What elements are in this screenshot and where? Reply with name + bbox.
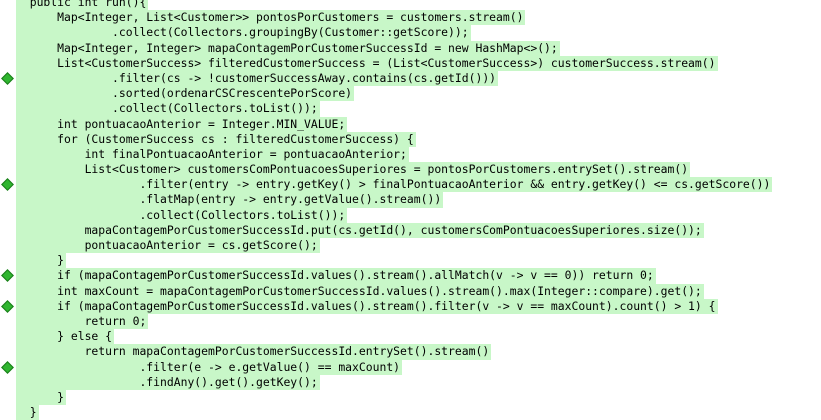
- code-line[interactable]: }: [16, 405, 821, 420]
- code-line-text: if (mapaContagemPorCustomerSuccessId.val…: [16, 268, 656, 284]
- code-line[interactable]: }: [16, 389, 821, 406]
- code-line[interactable]: if (mapaContagemPorCustomerSuccessId.val…: [1, 298, 821, 314]
- change-gutter: [0, 0, 16, 419]
- code-line-text: mapaContagemPorCustomerSuccessId.put(cs.…: [16, 222, 704, 239]
- code-line-text: List<CustomerSuccess> filteredCustomerSu…: [16, 55, 718, 71]
- code-line[interactable]: List<CustomerSuccess> filteredCustomerSu…: [16, 55, 821, 71]
- code-line-text: } else {: [16, 329, 115, 345]
- code-line[interactable]: int maxCount = mapaContagemPorCustomerSu…: [16, 283, 821, 299]
- code-line[interactable]: .sorted(ordenarCSCrescentePorScore): [16, 86, 821, 102]
- code-line[interactable]: .flatMap(entry -> entry.getValue().strea…: [16, 192, 821, 208]
- code-line-text: .collect(Collectors.toList());: [16, 101, 320, 117]
- code-line[interactable]: public int run(){: [16, 0, 821, 11]
- code-line-text: .collect(Collectors.toList());: [16, 207, 348, 223]
- code-line-text: .collect(Collectors.groupingBy(Customer:…: [16, 25, 471, 41]
- code-line[interactable]: .filter(entry -> entry.getKey() > finalP…: [1, 177, 821, 193]
- code-line[interactable]: int finalPontuacaoAnterior = pontuacaoAn…: [16, 146, 821, 163]
- code-line[interactable]: } else {: [16, 329, 821, 345]
- code-line-text: for (CustomerSuccess cs : filteredCustom…: [16, 131, 416, 147]
- code-line[interactable]: mapaContagemPorCustomerSuccessId.put(cs.…: [16, 222, 821, 239]
- code-line-text: return 0;: [16, 313, 149, 330]
- code-line[interactable]: int pontuacaoAnterior = Integer.MIN_VALU…: [16, 116, 821, 132]
- code-line-text: return mapaContagemPorCustomerSuccessId.…: [16, 344, 492, 360]
- code-line[interactable]: .findAny().get().getKey();: [16, 374, 821, 390]
- code-line[interactable]: return 0;: [16, 313, 821, 330]
- code-line-text: }: [16, 405, 39, 420]
- code-line[interactable]: pontuacaoAnterior = cs.getScore();: [16, 238, 821, 254]
- code-line[interactable]: List<Customer> customersComPontuacoesSup…: [16, 162, 821, 178]
- code-line[interactable]: .filter(e -> e.getValue() == maxCount): [1, 359, 821, 375]
- code-line[interactable]: return mapaContagemPorCustomerSuccessId.…: [16, 344, 821, 360]
- code-line[interactable]: }: [16, 253, 821, 269]
- code-line-text: if (mapaContagemPorCustomerSuccessId.val…: [16, 298, 718, 314]
- code-line-text: int finalPontuacaoAnterior = pontuacaoAn…: [16, 146, 409, 163]
- code-line-text: .flatMap(entry -> entry.getValue().strea…: [16, 192, 444, 208]
- code-line-text: pontuacaoAnterior = cs.getScore();: [16, 238, 320, 254]
- code-line-text: public int run(){: [16, 0, 149, 11]
- code-line[interactable]: .collect(Collectors.toList());: [16, 101, 821, 117]
- code-line[interactable]: Map<Integer, Integer> mapaContagemPorCus…: [16, 40, 821, 56]
- code-line[interactable]: for (CustomerSuccess cs : filteredCustom…: [16, 131, 821, 147]
- code-editor[interactable]: public int run(){ Map<Integer, List<Cust…: [0, 0, 821, 420]
- code-line-text: Map<Integer, List<Customer>> pontosPorCu…: [16, 10, 526, 26]
- code-line-text: List<Customer> customersComPontuacoesSup…: [16, 162, 691, 178]
- code-line-text: .filter(entry -> entry.getKey() > finalP…: [16, 177, 773, 193]
- code-line-text: .sorted(ordenarCSCrescentePorScore): [16, 86, 355, 102]
- code-area[interactable]: public int run(){ Map<Integer, List<Cust…: [1, 0, 821, 420]
- code-line[interactable]: .collect(Collectors.toList());: [16, 207, 821, 223]
- code-line-text: .findAny().get().getKey();: [16, 374, 320, 390]
- code-line[interactable]: .filter(cs -> !customerSuccessAway.conta…: [1, 70, 821, 87]
- code-line-text: Map<Integer, Integer> mapaContagemPorCus…: [16, 40, 560, 56]
- code-line[interactable]: Map<Integer, List<Customer>> pontosPorCu…: [16, 10, 821, 26]
- code-line-text: }: [16, 253, 67, 269]
- code-line-text: .filter(e -> e.getValue() == maxCount): [16, 359, 403, 375]
- code-line[interactable]: if (mapaContagemPorCustomerSuccessId.val…: [1, 268, 821, 284]
- code-line-text: .filter(cs -> !customerSuccessAway.conta…: [16, 70, 499, 87]
- code-line-text: }: [16, 389, 67, 406]
- code-line-text: int pontuacaoAnterior = Integer.MIN_VALU…: [16, 116, 348, 132]
- code-line[interactable]: .collect(Collectors.groupingBy(Customer:…: [16, 25, 821, 41]
- code-line-text: int maxCount = mapaContagemPorCustomerSu…: [16, 283, 704, 299]
